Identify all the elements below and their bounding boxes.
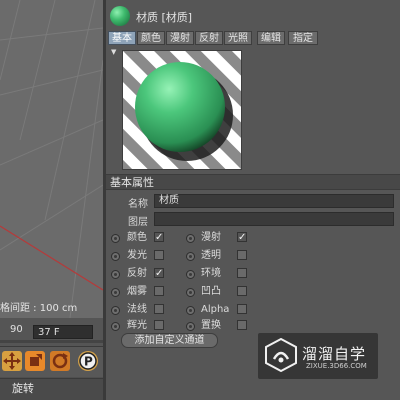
reflectance-channel-radio[interactable] <box>111 270 120 279</box>
tab-assign[interactable]: 指定 <box>288 31 318 45</box>
tab-editor[interactable]: 编辑 <box>257 31 285 45</box>
transparency-channel-checkbox[interactable] <box>237 250 247 260</box>
luminance-channel-label: 发光 <box>127 250 147 261</box>
tab-color[interactable]: 颜色 <box>137 31 165 45</box>
diffusion-channel-label: 漫射 <box>201 232 221 243</box>
timeline-track[interactable] <box>0 340 103 343</box>
fog-channel-checkbox[interactable] <box>154 286 164 296</box>
watermark-logo-icon <box>264 337 298 373</box>
timeline-frame-marker: 90 <box>10 324 23 335</box>
tab-diffusion[interactable]: 漫射 <box>166 31 194 45</box>
color-channel-checkbox[interactable]: ✓ <box>154 232 164 243</box>
material-title: 材质 [材质] <box>136 11 193 24</box>
luminance-channel-checkbox[interactable] <box>154 250 164 260</box>
name-label: 名称 <box>128 199 148 210</box>
normal-channel-checkbox[interactable] <box>154 304 164 314</box>
viewport-grid <box>0 0 103 318</box>
grid-spacing-label: 格间距 : 100 cm <box>0 303 78 314</box>
glow-channel-checkbox[interactable] <box>154 320 164 330</box>
bump-channel-label: 凹凸 <box>201 286 221 297</box>
reflectance-channel-label: 反射 <box>127 268 147 279</box>
transparency-channel-label: 透明 <box>201 250 221 261</box>
material-preview[interactable] <box>122 50 242 170</box>
watermark-url: ZIXUE.3D66.COM <box>306 362 367 370</box>
displacement-channel-checkbox[interactable] <box>237 320 247 330</box>
environment-channel-checkbox[interactable] <box>237 268 247 278</box>
fog-channel-label: 烟雾 <box>127 286 147 297</box>
name-field[interactable]: 材质 <box>154 194 394 208</box>
normal-channel-label: 法线 <box>127 304 147 315</box>
add-custom-channel-button[interactable]: 添加自定义通道 <box>121 333 218 348</box>
current-frame-field[interactable]: 37 F <box>33 325 93 339</box>
transparency-channel-radio[interactable] <box>186 252 195 261</box>
displacement-channel-radio[interactable] <box>186 322 195 331</box>
status-bar: 旋转 <box>0 378 103 400</box>
tab-reflectance[interactable]: 反射 <box>195 31 223 45</box>
normal-channel-radio[interactable] <box>111 306 120 315</box>
glow-channel-radio[interactable] <box>111 322 120 331</box>
alpha-channel-checkbox[interactable] <box>237 304 247 314</box>
parking-icon[interactable]: P <box>78 351 98 371</box>
color-channel-radio[interactable] <box>111 234 120 243</box>
svg-text:P: P <box>84 355 93 369</box>
3d-viewport[interactable]: 格间距 : 100 cm <box>0 0 103 318</box>
layer-label: 图层 <box>128 217 148 228</box>
section-basic-properties[interactable]: 基本属性 <box>106 174 400 190</box>
layer-field[interactable] <box>154 212 394 226</box>
reflectance-channel-checkbox[interactable]: ✓ <box>154 268 164 279</box>
environment-channel-label: 环境 <box>201 268 221 279</box>
bump-channel-radio[interactable] <box>186 288 195 297</box>
bump-channel-checkbox[interactable] <box>237 286 247 296</box>
environment-channel-radio[interactable] <box>186 270 195 279</box>
rotate-tool-icon[interactable] <box>50 351 70 371</box>
luminance-channel-radio[interactable] <box>111 252 120 261</box>
move-tool-icon[interactable] <box>2 351 22 371</box>
alpha-channel-label: Alpha <box>201 304 230 315</box>
diffusion-channel-radio[interactable] <box>186 234 195 243</box>
scale-tool-icon[interactable] <box>25 351 45 371</box>
watermark-title: 溜溜自学 <box>302 345 367 363</box>
collapse-arrow-icon[interactable]: ▼ <box>111 48 116 56</box>
color-channel-label: 颜色 <box>127 232 147 243</box>
tab-illumination[interactable]: 光照 <box>224 31 252 45</box>
fog-channel-radio[interactable] <box>111 288 120 297</box>
displacement-channel-label: 置换 <box>201 320 221 331</box>
alpha-channel-radio[interactable] <box>186 306 195 315</box>
glow-channel-label: 辉光 <box>127 320 147 331</box>
material-ball-icon <box>110 6 130 26</box>
diffusion-channel-checkbox[interactable]: ✓ <box>237 232 247 243</box>
tab-basic[interactable]: 基本 <box>108 31 136 45</box>
